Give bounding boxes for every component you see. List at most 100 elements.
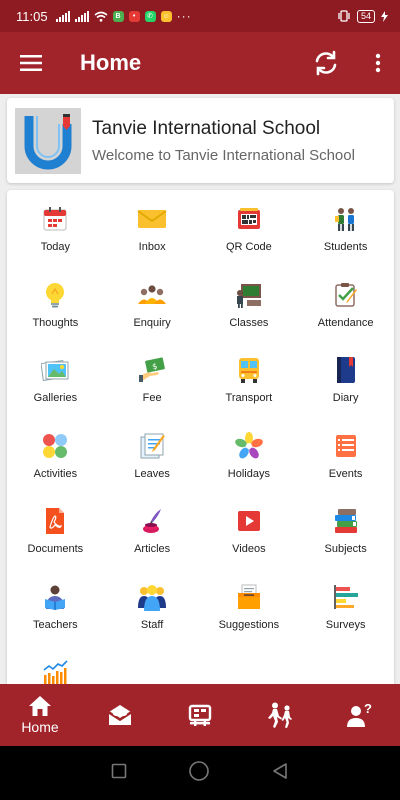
bottom-navigation: Home ? bbox=[0, 684, 400, 746]
module-attendance[interactable]: Attendance bbox=[297, 280, 394, 356]
module-label: Videos bbox=[232, 543, 266, 555]
bus-icon bbox=[234, 355, 264, 385]
module-label: Classes bbox=[229, 316, 269, 329]
module-subjects[interactable]: Subjects bbox=[297, 506, 394, 582]
module-galleries[interactable]: Galleries bbox=[7, 355, 104, 431]
app-bar: Home bbox=[0, 32, 400, 94]
sync-icon[interactable] bbox=[302, 32, 350, 94]
video-play-icon bbox=[234, 506, 264, 536]
module-label: Staff bbox=[140, 618, 164, 631]
module-label: Teachers bbox=[33, 618, 78, 631]
nav-home-label: Home bbox=[21, 719, 59, 735]
group-icon bbox=[137, 280, 167, 310]
books-icon bbox=[331, 506, 361, 536]
modules-card: Today Inbox QR Code Students Thoughts En… bbox=[7, 190, 394, 684]
module-diary[interactable]: Diary bbox=[297, 355, 394, 431]
module-students[interactable]: Students bbox=[297, 204, 394, 280]
module-label: Subjects bbox=[324, 543, 367, 555]
module-label: Activities bbox=[33, 467, 78, 480]
app-notification-icon: • bbox=[128, 10, 140, 22]
module-analytics[interactable] bbox=[7, 657, 104, 684]
status-time: 11:05 bbox=[16, 8, 48, 24]
attendance-icon bbox=[331, 280, 361, 310]
more-vert-icon[interactable] bbox=[356, 32, 400, 94]
home-icon bbox=[29, 696, 51, 716]
module-label: Diary bbox=[332, 392, 359, 404]
back-button[interactable] bbox=[271, 762, 289, 785]
hamburger-menu-icon[interactable] bbox=[0, 32, 62, 94]
module-activities[interactable]: Activities bbox=[7, 431, 104, 507]
module-events[interactable]: Events bbox=[297, 431, 394, 507]
nav-help[interactable]: ? bbox=[320, 684, 400, 746]
modules-grid: Today Inbox QR Code Students Thoughts En… bbox=[7, 190, 394, 684]
app-notification-icon: B bbox=[112, 10, 124, 22]
home-button[interactable] bbox=[188, 760, 210, 787]
envelope-icon bbox=[137, 204, 167, 234]
module-label: Holidays bbox=[227, 467, 270, 480]
help-person-icon: ? bbox=[347, 702, 372, 727]
nav-students[interactable] bbox=[240, 684, 320, 746]
more-notifications-icon: ··· bbox=[176, 9, 192, 23]
calendar-icon bbox=[40, 204, 70, 234]
nav-inbox[interactable] bbox=[80, 684, 160, 746]
pdf-document-icon bbox=[40, 506, 70, 536]
module-thoughts[interactable]: Thoughts bbox=[7, 280, 104, 356]
module-inbox[interactable]: Inbox bbox=[104, 204, 201, 280]
charging-icon bbox=[381, 10, 388, 22]
staff-group-icon bbox=[137, 582, 167, 612]
module-label: Surveys bbox=[325, 618, 366, 631]
welcome-message: Welcome to Tanvie International School bbox=[92, 146, 355, 164]
module-label: Inbox bbox=[138, 241, 166, 253]
analytics-chart-icon bbox=[40, 657, 70, 684]
module-label: Articles bbox=[134, 543, 171, 555]
classroom-icon bbox=[234, 280, 264, 310]
nav-timetable[interactable] bbox=[160, 684, 240, 746]
module-label: Leaves bbox=[134, 467, 170, 480]
module-label: Suggestions bbox=[218, 618, 280, 631]
module-classes[interactable]: Classes bbox=[201, 280, 298, 356]
module-articles[interactable]: Articles bbox=[104, 506, 201, 582]
school-logo bbox=[15, 107, 81, 174]
module-label: Attendance bbox=[317, 316, 374, 329]
module-fee[interactable]: $ Fee bbox=[104, 355, 201, 431]
students-icon bbox=[331, 204, 361, 234]
module-documents[interactable]: Documents bbox=[7, 506, 104, 582]
module-staff[interactable]: Staff bbox=[104, 582, 201, 658]
photos-icon bbox=[40, 355, 70, 385]
walking-students-icon bbox=[268, 702, 292, 728]
module-surveys[interactable]: Surveys bbox=[297, 582, 394, 658]
module-label: Fee bbox=[142, 392, 162, 404]
module-teachers[interactable]: Teachers bbox=[7, 582, 104, 658]
module-leaves[interactable]: Leaves bbox=[104, 431, 201, 507]
module-transport[interactable]: Transport bbox=[201, 355, 298, 431]
module-label: Thoughts bbox=[32, 316, 79, 329]
module-suggestions[interactable]: Suggestions bbox=[201, 582, 298, 658]
signal-icon bbox=[55, 10, 70, 22]
module-holidays[interactable]: Holidays bbox=[201, 431, 298, 507]
module-videos[interactable]: Videos bbox=[201, 506, 298, 582]
module-label: Today bbox=[40, 241, 71, 253]
school-info-card[interactable]: Tanvie International School Welcome to T… bbox=[7, 98, 394, 183]
module-label: Documents bbox=[27, 543, 84, 555]
lightbulb-icon bbox=[40, 280, 70, 310]
teacher-reading-icon bbox=[40, 582, 70, 612]
vibrate-icon bbox=[338, 10, 350, 22]
flower-icon bbox=[234, 431, 264, 461]
page-title: Home bbox=[80, 50, 142, 75]
nav-home[interactable]: Home bbox=[0, 684, 80, 746]
module-today[interactable]: Today bbox=[7, 204, 104, 280]
circles-icon bbox=[40, 431, 70, 461]
whatsapp-icon: ✆ bbox=[144, 10, 156, 22]
system-navigation-bar bbox=[0, 746, 400, 800]
qr-scanner-icon bbox=[234, 204, 264, 234]
wifi-icon bbox=[94, 11, 108, 22]
leave-form-icon bbox=[137, 431, 167, 461]
module-qr-code[interactable]: QR Code bbox=[201, 204, 298, 280]
module-label: Events bbox=[328, 467, 363, 480]
status-bar: 11:05 B • ✆ ☺ ··· 54 bbox=[0, 0, 400, 32]
recents-button[interactable] bbox=[111, 763, 127, 784]
module-label: Enquiry bbox=[133, 316, 171, 329]
module-label: Transport bbox=[225, 392, 273, 404]
events-icon bbox=[331, 431, 361, 461]
module-enquiry[interactable]: Enquiry bbox=[104, 280, 201, 356]
